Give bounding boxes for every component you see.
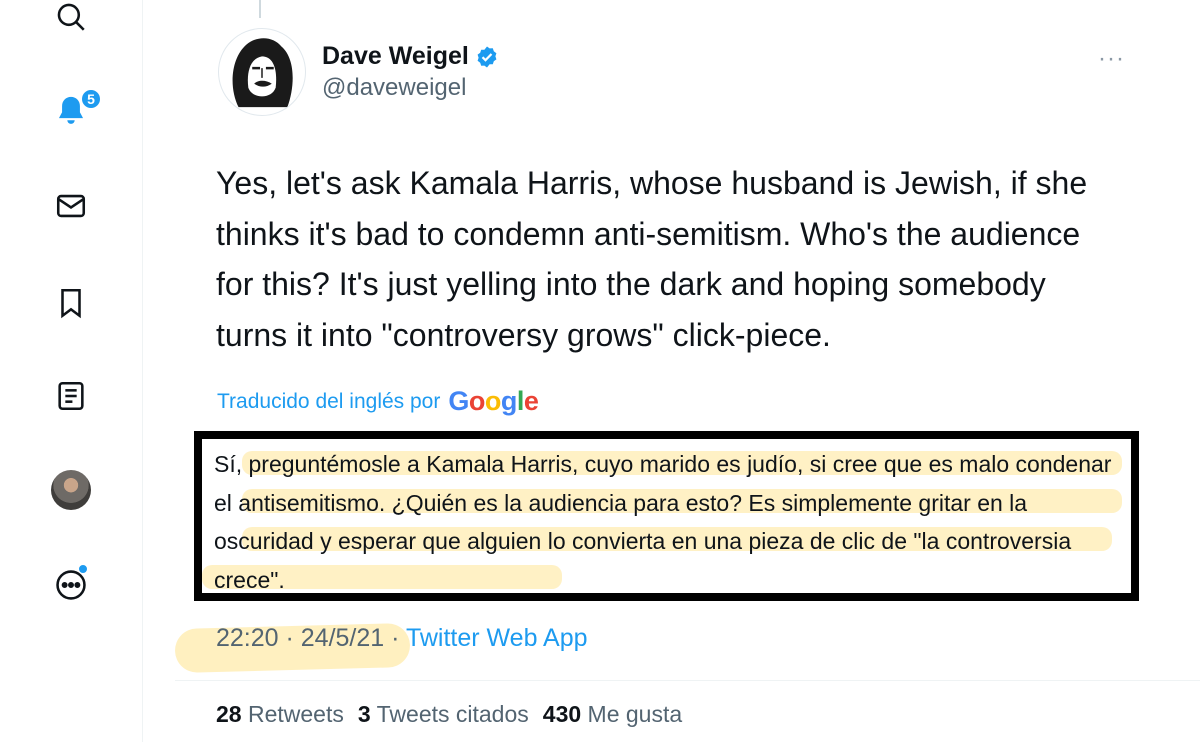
author-name-text: Dave Weigel <box>322 42 469 70</box>
lists-icon[interactable] <box>48 373 94 419</box>
divider <box>175 680 1200 681</box>
thread-line <box>259 0 261 18</box>
google-logo: Google <box>448 386 539 416</box>
tweet-text: Yes, let's ask Kamala Harris, whose husb… <box>216 165 1088 353</box>
source-link[interactable]: Twitter Web App <box>406 624 588 652</box>
more-notification-dot <box>78 564 88 574</box>
author-avatar[interactable] <box>218 28 306 116</box>
quotes-stat[interactable]: 3 Tweets citados <box>358 701 529 728</box>
retweets-stat[interactable]: 28 Retweets <box>216 701 344 728</box>
translation-text: Sí, preguntémosle a Kamala Harris, cuyo … <box>214 451 1112 593</box>
messages-icon[interactable] <box>48 183 94 229</box>
likes-count: 430 <box>542 701 582 727</box>
search-icon[interactable] <box>48 0 94 40</box>
retweets-count: 28 <box>216 701 242 727</box>
more-options-icon[interactable]: ··· <box>1098 45 1125 73</box>
translated-label: Traducido del inglés por <box>217 389 441 413</box>
quotes-label: Tweets citados <box>376 701 529 727</box>
timestamp[interactable]: 22:20 · 24/5/21 · <box>216 624 399 652</box>
translation-attribution: Traducido del inglés por Google <box>217 386 539 417</box>
sidebar: 5 <box>0 0 143 742</box>
notifications-badge: 5 <box>80 88 102 110</box>
author-name[interactable]: Dave Weigel <box>322 42 499 71</box>
tweet-meta: 22:20 · 24/5/21 · Twitter Web App <box>216 624 588 653</box>
likes-label: Me gusta <box>587 701 683 727</box>
likes-stat[interactable]: 430 Me gusta <box>543 701 682 728</box>
quotes-count: 3 <box>357 701 371 727</box>
profile-avatar[interactable] <box>51 470 91 510</box>
translation-box: Sí, preguntémosle a Kamala Harris, cuyo … <box>194 431 1139 601</box>
verified-icon <box>477 46 497 67</box>
author-handle[interactable]: @daveweigel <box>322 74 466 102</box>
tweet-stats: 28 Retweets 3 Tweets citados 430 Me gust… <box>216 701 682 728</box>
bookmarks-icon[interactable] <box>48 280 94 326</box>
retweets-label: Retweets <box>247 701 344 727</box>
